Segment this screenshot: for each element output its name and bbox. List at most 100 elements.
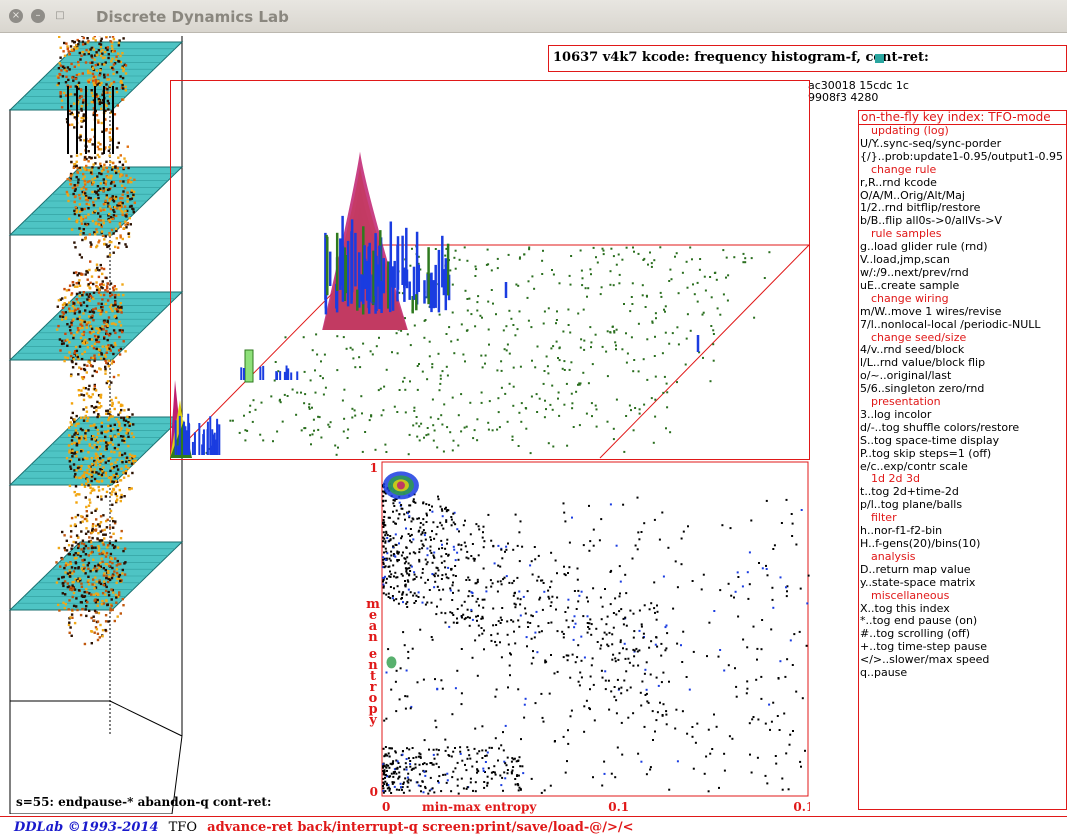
minimize-icon[interactable]: – (31, 9, 45, 23)
scatter-point (393, 587, 395, 590)
histogram-dot (420, 422, 423, 425)
scatter-point (623, 642, 626, 645)
stack-pattern-cell (112, 304, 115, 307)
stack-pattern-cell (121, 83, 124, 87)
scatter-point (588, 622, 591, 625)
histogram-dot (431, 398, 434, 401)
scatter-point (764, 722, 767, 725)
stack-pattern-cell (102, 466, 105, 469)
stack-pattern-cell (98, 566, 101, 570)
stack-pattern-cell (92, 291, 96, 294)
stack-pattern-cell (134, 459, 137, 462)
scatter-point (650, 602, 653, 605)
stack-pattern-cell (95, 338, 98, 341)
stack-pattern-cell (127, 235, 131, 238)
stack-pattern-cell (82, 547, 86, 550)
scatter-point (504, 762, 507, 765)
scatter-point (433, 556, 435, 559)
stack-pattern-cell (106, 73, 109, 77)
stack-pattern-cell (105, 576, 108, 580)
scatter-point (431, 573, 434, 575)
stack-pattern-cell (75, 292, 79, 296)
scatter-point (400, 786, 403, 789)
scatter-point (645, 661, 648, 664)
scatter-point (533, 636, 536, 639)
scatter-point (500, 784, 503, 787)
stack-pattern-cell (109, 463, 113, 466)
scatter-point (691, 726, 694, 728)
stack-pattern-cell (103, 163, 106, 166)
stack-pattern-cell (117, 41, 121, 45)
histogram-dot (577, 312, 580, 315)
scatter-point (418, 517, 420, 520)
histogram-dot (543, 416, 546, 419)
stack-pattern-cell (96, 604, 99, 607)
stack-pattern-cell (71, 309, 74, 313)
stack-pattern-cell (63, 66, 66, 70)
stack-pattern-cell (71, 281, 75, 284)
scatter-point (586, 631, 589, 634)
scatter-point (649, 768, 652, 771)
maximize-icon[interactable]: □ (53, 9, 67, 23)
stack-pattern-cell (80, 125, 83, 128)
stack-pattern-cell (87, 196, 91, 199)
scatter-point (398, 771, 401, 774)
histogram-dot (492, 302, 494, 305)
stack-pattern-cell (90, 438, 93, 441)
stack-pattern-cell (70, 62, 73, 66)
histogram-dot (547, 307, 550, 310)
histogram-dot (654, 398, 657, 401)
stack-pattern-cell (90, 541, 93, 544)
scatter-point (643, 522, 646, 525)
stack-pattern-cell (127, 166, 130, 170)
scatter-point (445, 510, 448, 513)
scatter-point (391, 781, 394, 784)
key-index-section: analysis (871, 549, 916, 563)
scatter-point (452, 581, 454, 584)
scatter-point (734, 667, 736, 670)
scatter-point (603, 760, 606, 763)
stack-pattern-cell (91, 143, 94, 146)
histogram-dot (686, 313, 689, 316)
stack-pattern-cell (125, 470, 128, 473)
histogram-dot (742, 261, 745, 264)
stack-pattern-cell (99, 39, 103, 43)
stack-pattern-cell (83, 175, 86, 178)
scatter-point (550, 551, 553, 554)
stack-pattern-cell (87, 480, 90, 483)
stack-pattern-cell (100, 498, 103, 501)
stack-pattern-cell (84, 532, 88, 535)
scatter-point (431, 638, 434, 641)
close-icon[interactable]: × (9, 9, 23, 23)
stack-pattern-cell (102, 219, 105, 222)
command-hints[interactable]: advance-ret back/interrupt-q screen:prin… (207, 820, 633, 835)
scatter-point (538, 631, 541, 634)
stack-pattern-cell (78, 279, 81, 282)
scatter-point (472, 557, 475, 560)
histogram-dot (590, 346, 592, 349)
stack-pattern-cell (93, 359, 96, 363)
scatter-point (642, 636, 645, 639)
stack-pattern-cell (86, 346, 89, 349)
histogram-dot (570, 255, 573, 257)
histogram-dot (460, 393, 463, 396)
scatter-point (748, 551, 751, 554)
stack-pattern-cell (98, 223, 101, 226)
stack-pattern-cell (92, 81, 95, 85)
stack-pattern-cell (101, 599, 104, 603)
stack-pattern-cell (110, 438, 113, 442)
stack-pattern-cell (126, 200, 129, 203)
scatter-point (734, 590, 737, 593)
stack-pattern-cell (74, 77, 78, 81)
scatter-point (477, 614, 479, 617)
stack-pattern-cell (73, 418, 76, 421)
scatter-point (516, 576, 519, 579)
stack-pattern-cell (64, 593, 67, 596)
histogram-dot (500, 386, 503, 389)
scatter-point (612, 626, 615, 629)
stack-pattern-cell (92, 347, 96, 350)
histogram-dot (612, 427, 615, 430)
histogram-dot (623, 450, 626, 453)
histogram-dot (438, 389, 441, 392)
scatter-point (507, 643, 510, 646)
